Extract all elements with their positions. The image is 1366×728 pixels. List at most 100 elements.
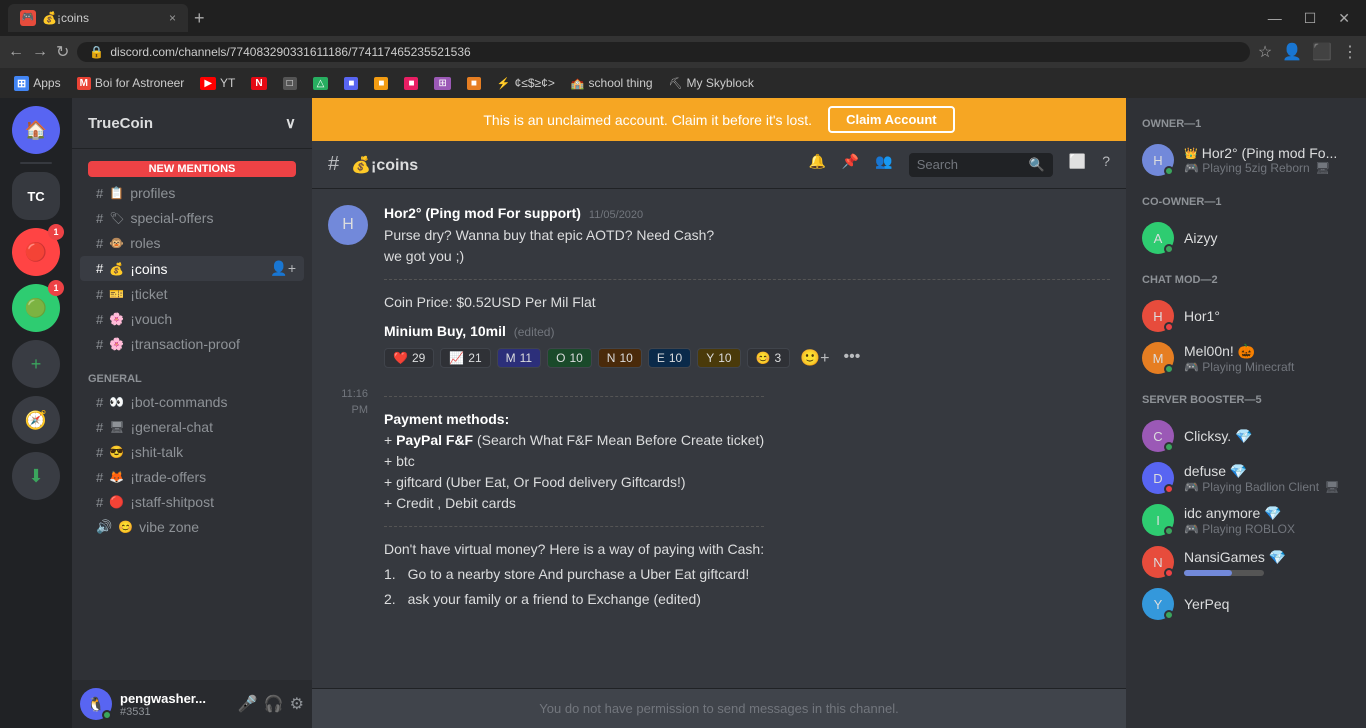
message-author-1: Hor2° (Ping mod For support) <box>384 205 581 221</box>
channel-item-bot-commands[interactable]: # 👀 ¡bot-commands <box>80 390 304 414</box>
lock-icon: 🔒 <box>89 45 104 59</box>
extensions-icon[interactable]: ⬛ <box>1312 42 1332 62</box>
bookmark-item5[interactable]: △ <box>307 75 335 92</box>
member-clicksy[interactable]: C Clicksy. 💎 <box>1134 416 1358 456</box>
channel-item-transaction[interactable]: # 🌸 ¡transaction-proof <box>80 332 304 356</box>
more-actions-button[interactable]: ••• <box>843 348 860 368</box>
member-aizyy[interactable]: A Aizyy <box>1134 218 1358 258</box>
profile-icon[interactable]: 👤 <box>1282 42 1302 62</box>
member-info-hor1: Hor1° <box>1184 308 1220 324</box>
members-list-icon[interactable]: 👥 <box>875 153 892 177</box>
min-buy-text: Minium Buy, 10mil (edited) <box>384 321 1110 342</box>
bookmark-apps[interactable]: ⊞ Apps <box>8 74 67 93</box>
bookmark-item4[interactable]: □ <box>277 75 303 92</box>
channel-category-general[interactable]: GENERAL <box>72 357 312 389</box>
reaction-e[interactable]: E 10 <box>648 348 691 368</box>
discover-servers-button[interactable]: 🧭 <box>12 396 60 444</box>
discord-home-icon[interactable]: 🏠 <box>12 106 60 154</box>
bookmark-item8[interactable]: ■ <box>398 75 424 92</box>
bookmark-star-icon[interactable]: ☆ <box>1258 42 1272 62</box>
channel-item-profiles[interactable]: # 📋 profiles <box>80 181 304 205</box>
member-hor1[interactable]: H Hor1° <box>1134 296 1358 336</box>
channel-item-general-chat[interactable]: # 🖥 ¡general-chat <box>80 415 304 439</box>
address-bar[interactable]: 🔒 discord.com/channels/77408329033161118… <box>77 42 1249 62</box>
new-mentions-badge[interactable]: NEW MENTIONS <box>88 161 296 177</box>
bookmark-item6[interactable]: ■ <box>338 75 364 92</box>
reaction-m[interactable]: M 11 <box>497 348 541 368</box>
server-icon-3[interactable]: 1 🟢 <box>12 284 60 332</box>
microphone-icon[interactable]: 🎤 <box>238 694 258 714</box>
back-button[interactable]: ← <box>8 43 24 61</box>
bookmark-school-label: school thing <box>589 76 653 90</box>
add-reaction-button[interactable]: 🙂+ <box>800 348 829 368</box>
reaction-o[interactable]: O 10 <box>547 348 592 368</box>
refresh-button[interactable]: ↻ <box>56 42 69 62</box>
bookmark-item9[interactable]: ⊞ <box>428 75 456 92</box>
bookmark-special[interactable]: ⚡ ¢≤$≥¢> <box>491 74 561 92</box>
channel-item-coins[interactable]: # 💰 ¡coins 👤+ <box>80 256 304 281</box>
member-avatar-icon-hor1: H <box>1153 309 1162 324</box>
member-avatar-mel00n: M <box>1142 342 1174 374</box>
channel-header-name: 💰¡coins <box>351 155 418 175</box>
add-server-button[interactable]: + <box>12 340 60 388</box>
reaction-smile[interactable]: 😊 3 <box>747 348 791 368</box>
channel-item-trade-offers[interactable]: # 🦊 ¡trade-offers <box>80 465 304 489</box>
member-idc[interactable]: I idc anymore 💎 🎮 Playing ROBLOX <box>1134 500 1358 540</box>
claim-account-button[interactable]: Claim Account <box>828 106 955 133</box>
member-defuse[interactable]: D defuse 💎 🎮 Playing Badlion Client 🖥 <box>1134 458 1358 498</box>
channel-item-vibe-zone[interactable]: 🔊 😊 vibe zone <box>80 515 304 539</box>
server-icon-truecoin[interactable]: TC <box>12 172 60 220</box>
pin-icon[interactable]: 📌 <box>842 153 859 177</box>
reaction-y[interactable]: Y 10 <box>697 348 740 368</box>
channel-name-roles: roles <box>130 235 160 251</box>
notification-bell-icon[interactable]: 🔔 <box>808 153 825 177</box>
member-name-yerpeq: YerPeq <box>1184 596 1229 612</box>
reaction-heart[interactable]: ❤️ 29 <box>384 348 434 368</box>
reaction-n[interactable]: N 10 <box>598 348 642 368</box>
search-box[interactable]: Search 🔍 <box>909 153 1053 177</box>
menu-icon[interactable]: ⋮ <box>1342 42 1358 62</box>
channel-item-roles[interactable]: # 🐵 roles <box>80 231 304 255</box>
member-hor2[interactable]: H 👑 Hor2° (Ping mod Fo... 🎮 Playing 5zig… <box>1134 140 1358 180</box>
playing-icon-mel00n: 🎮 <box>1184 360 1199 374</box>
bookmark-boi[interactable]: M Boi for Astroneer <box>71 74 191 92</box>
close-button[interactable]: ✕ <box>1330 10 1358 27</box>
member-name-nansi: NansiGames 💎 <box>1184 549 1286 565</box>
channel-name-shit-talk: ¡shit-talk <box>130 444 183 460</box>
channel-item-special-offers[interactable]: # 🏷 special-offers <box>80 206 304 230</box>
bookmark-skyblock[interactable]: ⛏ My Skyblock <box>663 74 760 92</box>
channel-item-shit-talk[interactable]: # 😎 ¡shit-talk <box>80 440 304 464</box>
help-icon[interactable]: ? <box>1102 153 1110 177</box>
tablet-icon[interactable]: ⬜ <box>1069 153 1086 177</box>
headset-icon[interactable]: 🎧 <box>264 694 284 714</box>
add-member-icon[interactable]: 👤+ <box>270 260 296 277</box>
hash-icon: # <box>96 261 103 276</box>
channel-hash-icon: # <box>328 153 339 176</box>
member-yerpeq[interactable]: Y YerPeq <box>1134 584 1358 624</box>
bookmark-yt[interactable]: ▶ YT <box>194 74 241 92</box>
channel-item-ticket[interactable]: # 🎫 ¡ticket <box>80 282 304 306</box>
maximize-button[interactable]: ☐ <box>1296 10 1325 27</box>
bookmark-school[interactable]: 🏫 school thing <box>565 74 659 92</box>
header-icons: 🔔 📌 👥 Search 🔍 ⬜ ? <box>808 153 1110 177</box>
channel-item-staff-shitpost[interactable]: # 🔴 ¡staff-shitpost <box>80 490 304 514</box>
channel-header: # 💰¡coins 🔔 📌 👥 Search 🔍 ⬜ ? <box>312 141 1126 189</box>
bookmark-netflix[interactable]: N <box>245 75 272 92</box>
bookmark-item7[interactable]: ■ <box>368 75 394 92</box>
settings-icon[interactable]: ⚙ <box>290 694 304 714</box>
user-controls[interactable]: 🎤 🎧 ⚙ <box>238 694 304 714</box>
new-tab-button[interactable]: + <box>194 8 205 29</box>
forward-button[interactable]: → <box>32 43 48 61</box>
channel-item-vouch[interactable]: # 🌸 ¡vouch <box>80 307 304 331</box>
bookmark-item10[interactable]: ■ <box>461 75 487 92</box>
member-info-idc: idc anymore 💎 🎮 Playing ROBLOX <box>1184 505 1295 536</box>
tab-close-button[interactable]: × <box>169 11 176 25</box>
member-mel00n[interactable]: M Mel00n! 🎃 🎮 Playing Minecraft <box>1134 338 1358 378</box>
reaction-chart[interactable]: 📈 21 <box>440 348 490 368</box>
server-header[interactable]: TrueCoin ∨ <box>72 98 312 149</box>
download-apps-button[interactable]: ⬇ <box>12 452 60 500</box>
active-tab[interactable]: 🎮 💰¡coins × <box>8 4 188 32</box>
member-nansi[interactable]: N NansiGames 💎 <box>1134 542 1358 582</box>
server-icon-2[interactable]: 1 🔴 <box>12 228 60 276</box>
minimize-button[interactable]: — <box>1260 10 1290 26</box>
